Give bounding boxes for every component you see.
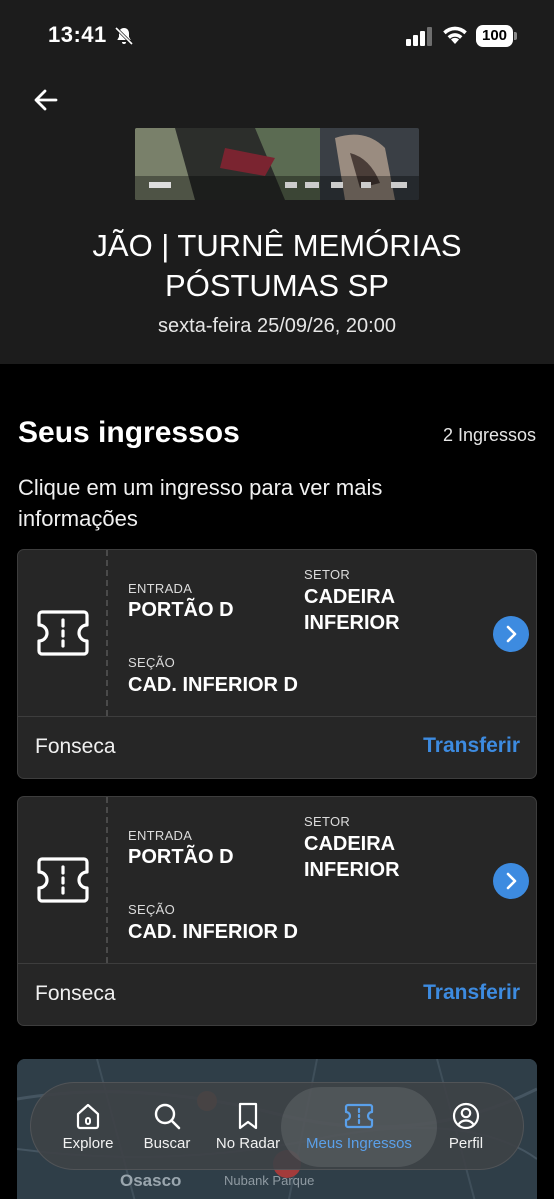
ticket-open-button[interactable] (493, 863, 529, 899)
ticket-count: 2 Ingressos (442, 425, 536, 445)
tab-perfil[interactable]: Perfil (431, 1083, 501, 1171)
sector-value: CADEIRA INFERIOR (304, 833, 400, 881)
status-time: 13:41 (48, 22, 107, 47)
section-label: SEÇÃO (128, 902, 176, 917)
bookmark-icon (238, 1102, 258, 1130)
signal-icon (406, 27, 432, 46)
ticket-footer: Fonseca Transferir (18, 963, 536, 1025)
ticket-holder: Fonseca (35, 735, 116, 758)
event-title: JÃO | TURNÊ MEMÓRIAS PÓSTUMAS SP (92, 228, 462, 303)
sector-label: SETOR (304, 567, 351, 582)
tickets-hint: Clique em um ingresso para ver mais info… (18, 475, 383, 531)
bottom-tab-bar: Explore Buscar No Radar Meus Ingressos P… (30, 1082, 524, 1170)
map-label-osasco: Osasco (120, 1171, 182, 1190)
sector-label: SETOR (304, 814, 351, 829)
battery-level: 100 (481, 27, 508, 44)
event-date: sexta-feira 25/09/26, 20:00 (158, 315, 396, 337)
entrance-label: ENTRADA (128, 828, 193, 843)
event-header: JÃO | TURNÊ MEMÓRIAS PÓSTUMAS SP sexta-f… (0, 72, 554, 364)
section-title: Seus ingressos (18, 416, 240, 449)
map-label-nubank-parque: Nubank Parque (224, 1173, 315, 1188)
transfer-button[interactable]: Transferir (423, 981, 520, 1005)
event-banner-image (135, 128, 419, 200)
ticket-details[interactable]: ENTRADA PORTÃO D SETOR CADEIRA INFERIOR … (18, 550, 536, 716)
section-value: CAD. INFERIOR D (128, 674, 298, 696)
chevron-right-icon (506, 872, 517, 890)
tab-explore[interactable]: Explore (43, 1083, 133, 1171)
ticket-icon (344, 1103, 374, 1129)
section-value: CAD. INFERIOR D (128, 921, 298, 943)
tab-label: Explore (62, 1135, 114, 1152)
battery-indicator: 100 (476, 25, 518, 47)
back-arrow-icon[interactable] (32, 86, 60, 114)
ticket-icon (37, 857, 89, 903)
home-icon (76, 1103, 100, 1130)
tab-no-radar[interactable]: No Radar (207, 1083, 289, 1171)
bell-off-icon (114, 26, 134, 46)
entrance-value: PORTÃO D (128, 846, 234, 868)
entrance-value: PORTÃO D (128, 599, 234, 621)
tab-meus-ingressos[interactable]: Meus Ingressos (281, 1087, 437, 1167)
status-bar: 13:41 100 (0, 0, 554, 72)
sector-value: CADEIRA INFERIOR (304, 586, 400, 634)
ticket-icon (37, 610, 89, 656)
ticket-holder: Fonseca (35, 982, 116, 1005)
tab-label: Perfil (448, 1135, 484, 1152)
transfer-button[interactable]: Transferir (423, 734, 520, 758)
section-label: SEÇÃO (128, 655, 176, 670)
tab-label: Buscar (143, 1135, 191, 1152)
ticket-icon-area (18, 550, 108, 716)
ticket-footer: Fonseca Transferir (18, 716, 536, 778)
ticket-open-button[interactable] (493, 616, 529, 652)
tab-label: No Radar (215, 1135, 281, 1152)
search-icon (154, 1103, 181, 1130)
tab-buscar[interactable]: Buscar (127, 1083, 207, 1171)
ticket-details[interactable]: ENTRADA PORTÃO D SETOR CADEIRA INFERIOR … (18, 797, 536, 963)
tab-label: Meus Ingressos (306, 1135, 412, 1152)
wifi-icon (443, 26, 467, 44)
entrance-label: ENTRADA (128, 581, 193, 596)
ticket-icon-area (18, 797, 108, 963)
ticket-card[interactable]: ENTRADA PORTÃO D SETOR CADEIRA INFERIOR … (17, 549, 537, 779)
chevron-right-icon (506, 625, 517, 643)
ticket-card[interactable]: ENTRADA PORTÃO D SETOR CADEIRA INFERIOR … (17, 796, 537, 1026)
profile-icon (452, 1102, 480, 1130)
